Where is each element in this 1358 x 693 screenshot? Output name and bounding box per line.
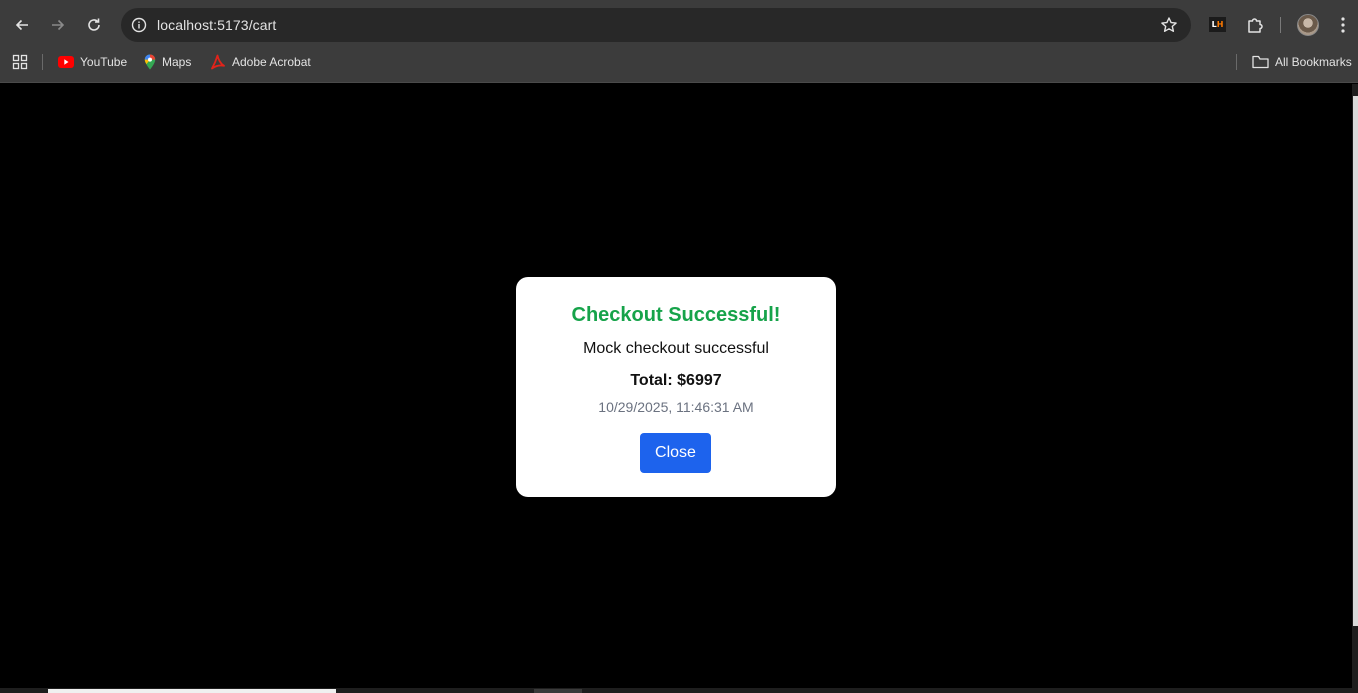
bookmarks-bar: YouTube Maps Adobe Acrobat All Bookmarks <box>0 49 1358 75</box>
bookmark-star-icon[interactable] <box>1159 15 1179 35</box>
checkout-success-modal: Checkout Successful! Mock checkout succe… <box>516 277 836 497</box>
close-button[interactable]: Close <box>640 433 711 473</box>
forward-button[interactable] <box>42 9 74 41</box>
site-info-icon[interactable] <box>127 13 151 37</box>
address-bar[interactable]: localhost:5173/cart <box>121 8 1191 42</box>
bookmark-adobe-acrobat[interactable]: Adobe Acrobat <box>210 49 311 75</box>
bookmark-maps[interactable]: Maps <box>144 49 191 75</box>
browser-chrome: localhost:5173/cart LH YouTube Maps Adob… <box>0 0 1358 83</box>
maps-icon <box>144 54 156 70</box>
modal-message: Mock checkout successful <box>583 340 769 357</box>
kebab-menu-icon[interactable] <box>1333 13 1353 37</box>
order-timestamp: 10/29/2025, 11:46:31 AM <box>598 399 754 415</box>
folder-icon <box>1252 55 1269 69</box>
horizontal-scrollbar-thumb[interactable] <box>48 689 336 693</box>
reload-icon <box>88 18 100 31</box>
horizontal-scrollbar-segment <box>534 689 582 693</box>
all-bookmarks[interactable]: All Bookmarks <box>1252 49 1352 75</box>
extensions-puzzle-icon[interactable] <box>1243 13 1267 37</box>
bookmarks-divider <box>1236 54 1237 70</box>
toolbar-divider <box>1280 17 1281 33</box>
vertical-scrollbar-thumb[interactable] <box>1353 96 1358 626</box>
arrow-right-icon <box>52 19 65 31</box>
url-text[interactable]: localhost:5173/cart <box>157 17 276 33</box>
acrobat-icon <box>210 54 226 70</box>
lighthouse-extension-icon[interactable]: LH <box>1209 17 1226 32</box>
bookmark-youtube[interactable]: YouTube <box>58 49 127 75</box>
arrow-left-icon <box>15 19 28 31</box>
browser-toolbar: localhost:5173/cart LH <box>0 7 1358 43</box>
bookmarks-divider <box>42 54 43 70</box>
order-total: Total: $6997 <box>630 372 722 389</box>
reload-button[interactable] <box>78 9 110 41</box>
profile-avatar[interactable] <box>1297 14 1319 36</box>
apps-grid-icon[interactable] <box>12 49 28 75</box>
back-button[interactable] <box>6 9 38 41</box>
youtube-icon <box>58 56 74 68</box>
modal-title: Checkout Successful! <box>571 304 781 326</box>
